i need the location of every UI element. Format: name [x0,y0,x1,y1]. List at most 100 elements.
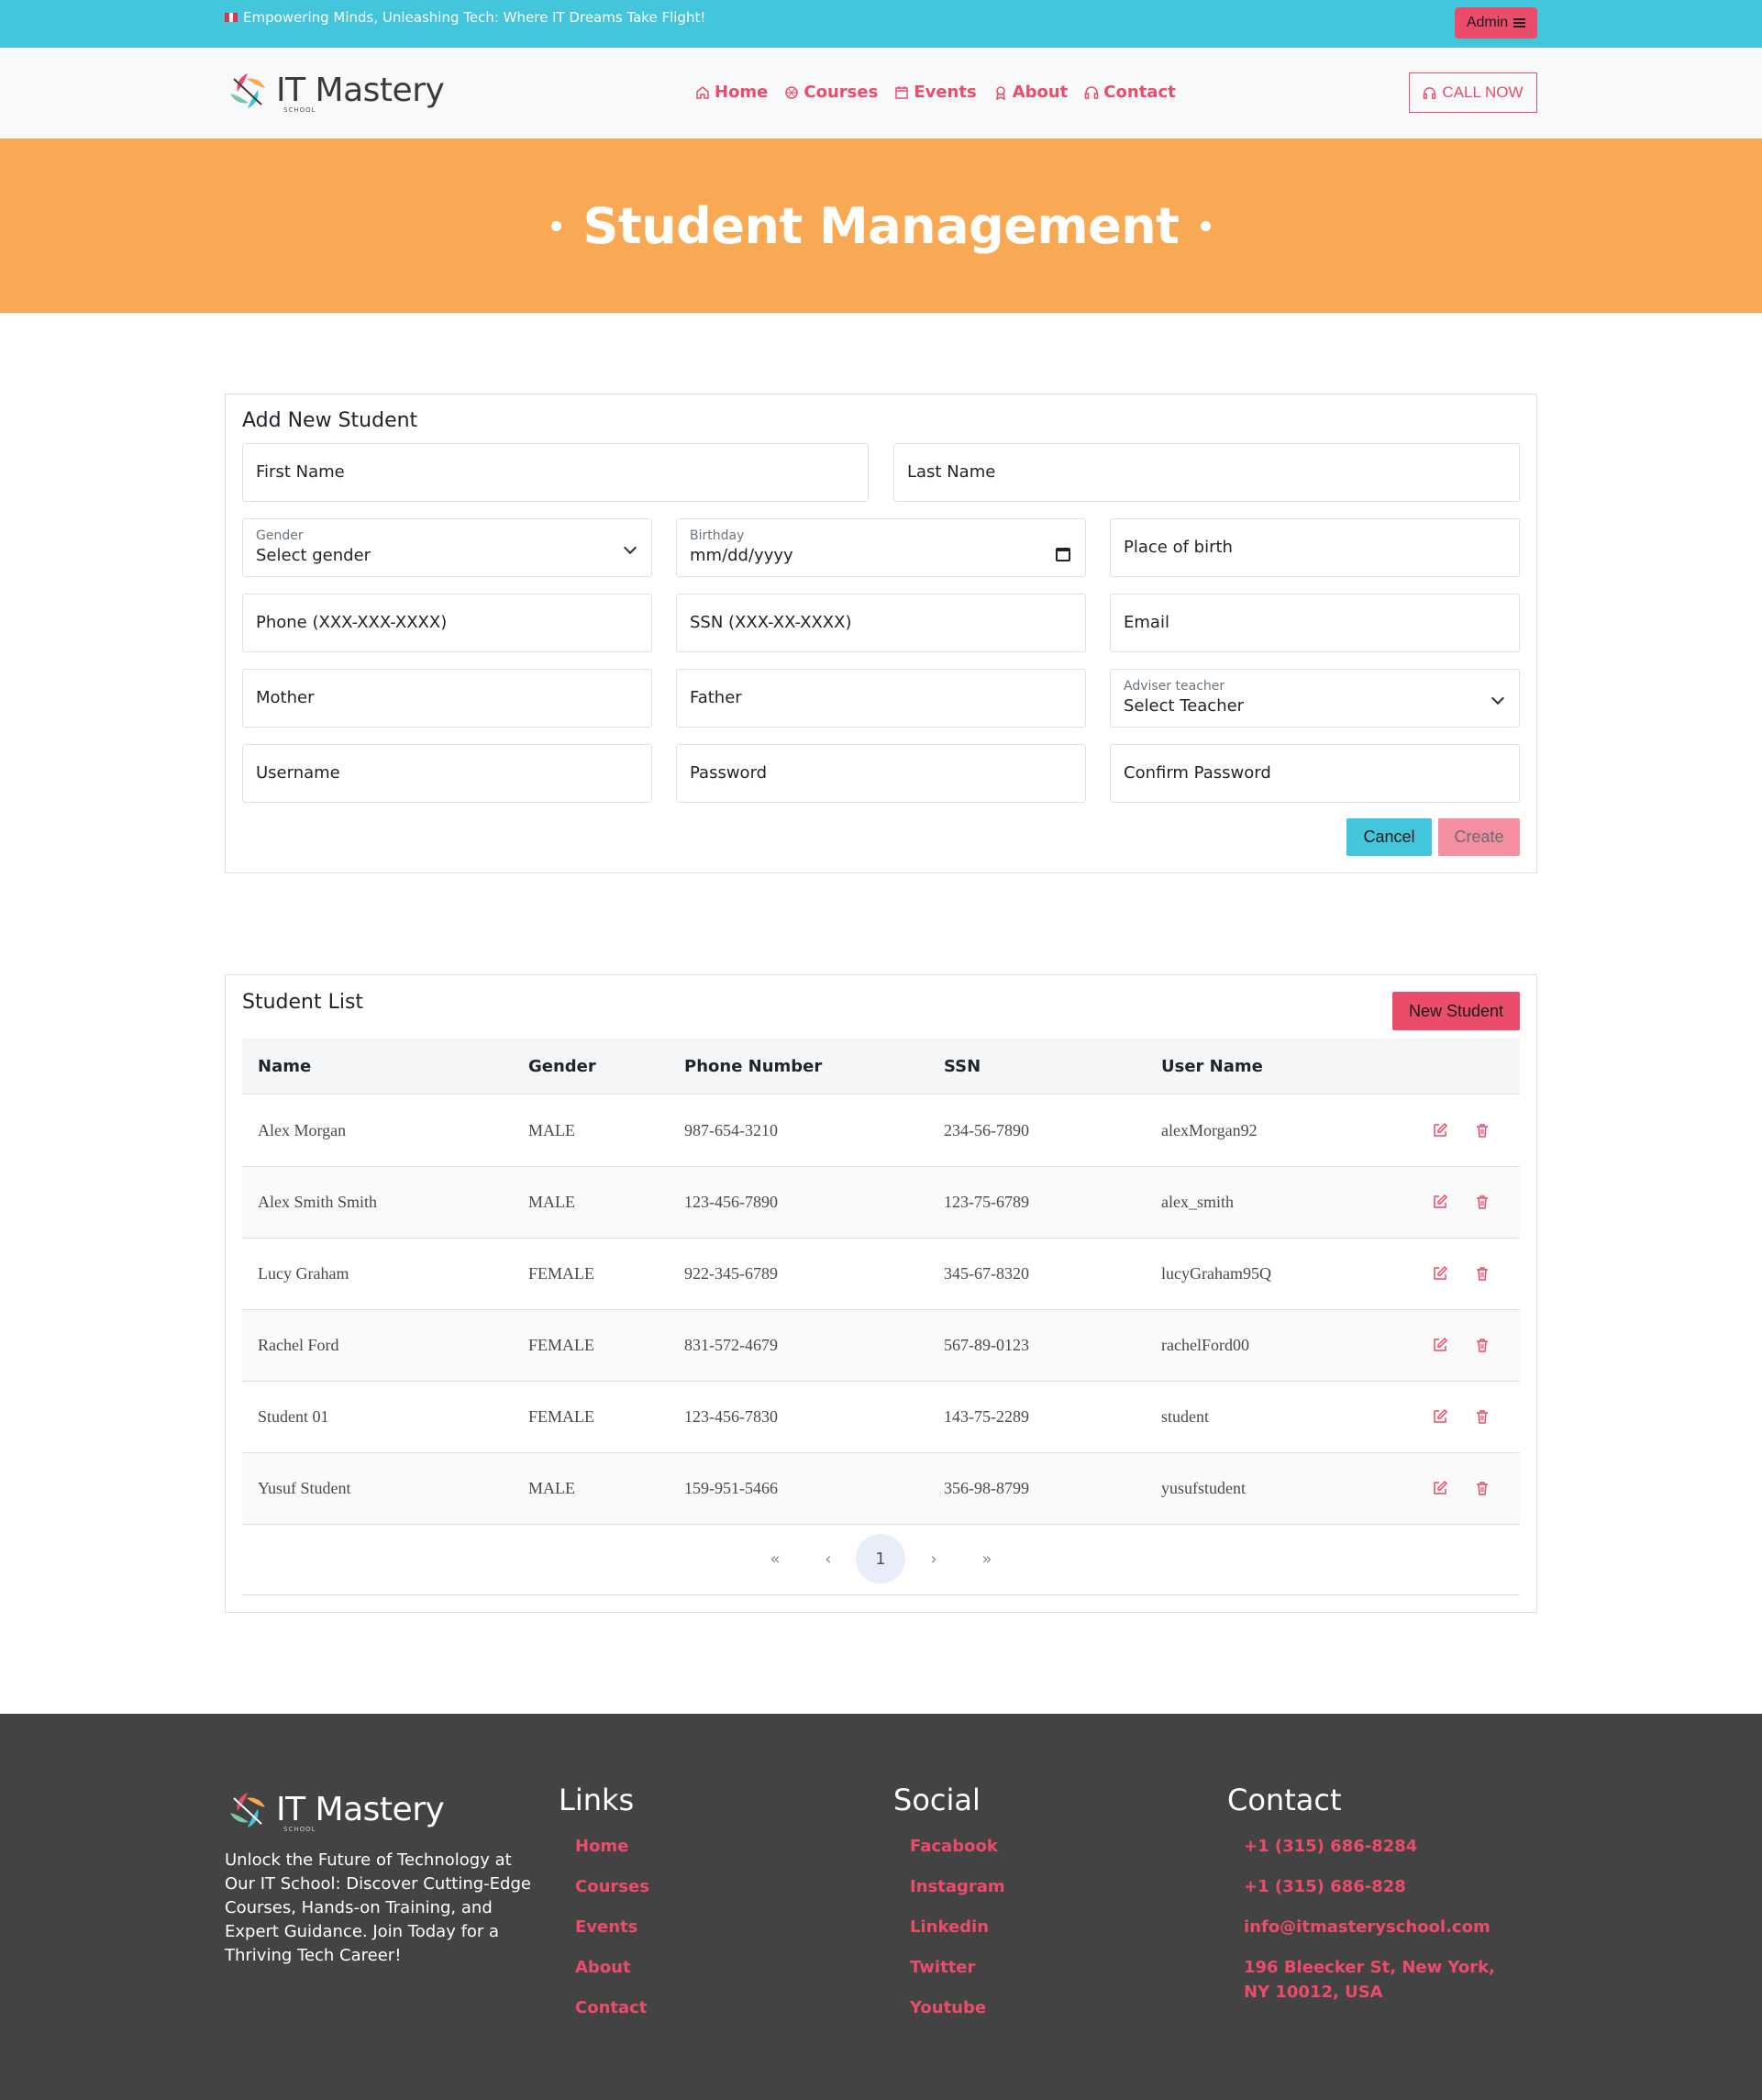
footer-link-events[interactable]: Events [575,1915,637,1939]
footer-link-home[interactable]: Home [575,1834,628,1859]
footer-contact-email[interactable]: info@itmasteryschool.com [1244,1915,1490,1939]
adviser-label: Adviser teacher [1124,679,1225,694]
table-row: Student 01 FEMALE 123-456-7830 143-75-2289 s… [242,1382,1520,1453]
username-placeholder: Username [256,763,340,783]
edit-icon[interactable] [1432,1480,1448,1496]
footer-social-youtube[interactable]: Youtube [910,1995,986,2020]
brand-sub: SCHOOL [283,1826,316,1833]
cell-name: Student 01 [258,1407,329,1426]
create-button[interactable]: Create [1438,818,1520,856]
footer-social-linkedin[interactable]: Linkedin [910,1915,989,1939]
column-header: User Name [1161,1057,1263,1076]
footer-link-courses[interactable]: Courses [575,1874,649,1899]
last-name-placeholder: Last Name [907,462,996,482]
footer-social-twitter[interactable]: Twitter [910,1955,975,1980]
cancel-button[interactable]: Cancel [1346,818,1432,856]
trash-icon[interactable] [1474,1408,1490,1425]
footer-logo[interactable]: IT Mastery SCHOOL [225,1787,445,1833]
call-now-button[interactable]: CALL NOW [1409,72,1537,113]
cell-ssn: 345-67-8320 [944,1264,1029,1283]
cell-gender: MALE [528,1193,575,1211]
pager-next[interactable]: › [909,1534,959,1583]
cell-ssn: 567-89-0123 [944,1336,1029,1354]
headset-icon [1085,85,1099,99]
cell-name: Rachel Ford [258,1336,339,1354]
admin-menu-button[interactable]: Admin [1455,7,1537,39]
nav-courses-label: Courses [803,83,879,102]
cell-username: yusufstudent [1161,1479,1246,1497]
password-field[interactable]: Password [676,744,1086,803]
phone-field[interactable]: Phone (XXX-XXX-XXXX) [242,594,652,652]
footer-contact-phone-1[interactable]: +1 (315) 686-8284 [1244,1834,1417,1859]
footer-social-facebook[interactable]: Facabook [910,1834,998,1859]
nav-events[interactable]: Events [894,83,977,102]
email-field[interactable]: Email [1110,594,1520,652]
new-student-button[interactable]: New Student [1392,992,1520,1030]
cell-name: Yusuf Student [258,1479,351,1497]
headset-icon [1424,86,1436,99]
cell-ssn: 234-56-7890 [944,1121,1029,1139]
trash-icon[interactable] [1474,1122,1490,1139]
last-name-field[interactable]: Last Name [893,443,1520,502]
pager-prev[interactable]: ‹ [803,1534,853,1583]
bullet-icon [550,220,561,231]
footer-social-instagram[interactable]: Instagram [910,1874,1005,1899]
table-header: Name Gender Phone Number SSN User Name [242,1039,1520,1094]
ssn-field[interactable]: SSN (XXX-XX-XXXX) [676,594,1086,652]
trash-icon[interactable] [1474,1194,1490,1210]
brand-sub: SCHOOL [283,106,316,114]
username-field[interactable]: Username [242,744,652,803]
birthday-value: mm/dd/yyyy [690,546,793,565]
table-row: Lucy Graham FEMALE 922-345-6789 345-67-8320… [242,1239,1520,1310]
logo-icon [230,73,265,108]
table-row: Rachel Ford FEMALE 831-572-4679 567-89-0123… [242,1310,1520,1382]
pager-first[interactable]: « [750,1534,800,1583]
footer-link-about[interactable]: About [575,1955,631,1980]
cell-ssn: 123-75-6789 [944,1193,1029,1211]
confirm-password-field[interactable]: Confirm Password [1110,744,1520,803]
cell-username: alex_smith [1161,1193,1234,1211]
father-field[interactable]: Father [676,669,1086,728]
edit-icon[interactable] [1432,1408,1448,1425]
edit-icon[interactable] [1432,1265,1448,1282]
award-icon [995,85,1005,100]
footer-contact-address[interactable]: 196 Bleecker St, New York, NY 10012, USA [1244,1955,1519,2005]
cell-gender: FEMALE [528,1336,594,1354]
edit-icon[interactable] [1432,1122,1448,1139]
place-of-birth-field[interactable]: Place of birth [1110,518,1520,577]
chevron-down-icon [1490,691,1505,706]
nav-contact-label: Contact [1103,83,1176,102]
edit-icon[interactable] [1432,1337,1448,1353]
password-placeholder: Password [690,763,768,783]
trash-icon[interactable] [1474,1265,1490,1282]
calendar-icon[interactable] [1056,548,1070,561]
table-row: Yusuf Student MALE 159-951-5466 356-98-8799… [242,1453,1520,1525]
footer-contact-phone-2[interactable]: +1 (315) 686-828 [1244,1874,1406,1899]
trash-icon[interactable] [1474,1337,1490,1353]
column-header: Name [258,1057,312,1076]
bullet-icon [1201,220,1212,231]
pager-last[interactable]: » [962,1534,1012,1583]
mother-field[interactable]: Mother [242,669,652,728]
trash-icon[interactable] [1474,1480,1490,1496]
gender-select[interactable]: Gender Select gender [242,518,652,577]
logo[interactable]: IT Mastery SCHOOL [225,68,445,114]
admin-label: Admin [1466,15,1509,30]
birthday-field[interactable]: Birthday mm/dd/yyyy [676,518,1086,577]
cell-name: Lucy Graham [258,1264,349,1283]
adviser-teacher-select[interactable]: Adviser teacher Select Teacher [1110,669,1520,728]
nav-contact[interactable]: Contact [1084,83,1176,102]
footer-description: Unlock the Future of Technology at Our I… [225,1850,531,1965]
cell-phone: 922-345-6789 [684,1264,778,1283]
page-banner: Student Management [0,139,1762,313]
first-name-field[interactable]: First Name [242,443,869,502]
pager-page-current[interactable]: 1 [856,1534,905,1583]
footer-link-contact[interactable]: Contact [575,1995,647,2020]
footer-links-title: Links [559,1783,635,1817]
nav-home[interactable]: Home [695,83,768,102]
cell-name: Alex Morgan [258,1121,347,1139]
nav-courses[interactable]: Courses [784,83,878,102]
edit-icon[interactable] [1432,1194,1448,1210]
cell-phone: 831-572-4679 [684,1336,778,1354]
nav-about[interactable]: About [993,83,1068,102]
